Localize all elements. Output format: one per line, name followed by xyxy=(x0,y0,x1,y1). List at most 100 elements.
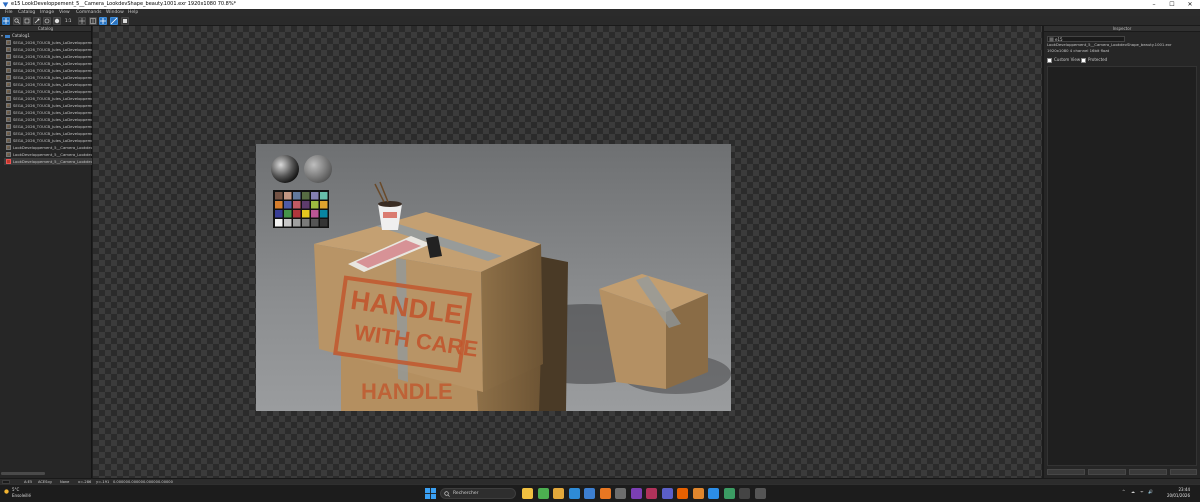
edge-icon[interactable] xyxy=(568,488,580,499)
menu-view[interactable]: View xyxy=(59,9,70,16)
wifi-icon[interactable]: ᯤ xyxy=(1140,489,1144,495)
color-picker-icon xyxy=(34,18,40,24)
catalog-horizontal-scrollbar[interactable] xyxy=(1,472,45,475)
catalog-item-label: SEGA_2026_TOUCB_Jules_LoDeveloppement xyxy=(13,103,92,108)
mrviewer-icon[interactable] xyxy=(646,488,657,499)
fit-button[interactable] xyxy=(53,17,61,25)
zoom-tool-button[interactable] xyxy=(13,17,21,25)
color-checker-swatch xyxy=(302,210,310,218)
catalog-item[interactable]: SEGA_2026_TOUCB_Jules_LoDeveloppement xyxy=(4,53,92,60)
checkbox-box[interactable] xyxy=(1047,57,1052,63)
catalog-item[interactable]: SEGA_2026_TOUCB_Jules_LoDeveloppement xyxy=(4,95,92,102)
folder-icon xyxy=(5,34,10,38)
app-purple-icon[interactable] xyxy=(630,488,642,499)
catalog-item[interactable]: LookDeveloppement_5__Camera_LookdevSh xyxy=(4,144,92,151)
inspector-footer-field[interactable] xyxy=(1088,469,1126,475)
firefox-icon[interactable] xyxy=(677,488,688,499)
folder-icon[interactable] xyxy=(553,488,564,499)
terminal-icon[interactable] xyxy=(739,488,750,499)
menu-window[interactable]: Window xyxy=(106,9,124,16)
catalog-item[interactable]: SEGA_2026_TOUCB_Jules_LoDeveloppement xyxy=(4,109,92,116)
vlc-icon[interactable] xyxy=(599,488,611,499)
image-thumbnail-icon xyxy=(6,75,11,80)
catalog-item[interactable]: SEGA_2026_TOUCB_Jules_LoDeveloppement xyxy=(4,46,92,53)
catalog-item-label: SEGA_2026_TOUCB_Jules_LoDeveloppement xyxy=(13,40,92,45)
color-checker-swatch xyxy=(275,201,283,209)
catalog-item[interactable]: SEGA_2026_TOUCB_Jules_LoDeveloppement xyxy=(4,88,92,95)
photoshop-icon[interactable] xyxy=(708,488,719,499)
minimize-button[interactable]: – xyxy=(1146,0,1162,9)
onedrive-icon[interactable]: ☁ xyxy=(1131,489,1135,494)
protected-checkbox[interactable]: Protected xyxy=(1081,57,1107,63)
inspector-footer-field[interactable] xyxy=(1047,469,1085,475)
pan-tool-button[interactable] xyxy=(23,17,31,25)
checkbox-box[interactable] xyxy=(1081,57,1086,63)
image-thumbnail-icon xyxy=(6,68,11,73)
catalog-item[interactable]: SEGA_2026_TOUCB_Jules_LoDeveloppement xyxy=(4,39,92,46)
zoom-icon xyxy=(14,18,20,24)
windows-start-icon[interactable] xyxy=(425,488,436,499)
inspector-footer-field[interactable] xyxy=(1170,469,1197,475)
image-thumbnail-icon xyxy=(6,82,11,87)
compare-button[interactable] xyxy=(43,17,51,25)
custom-view-label: Custom View xyxy=(1054,57,1081,62)
menu-help[interactable]: Help xyxy=(128,9,138,16)
catalog-item[interactable]: SEGA_2026_TOUCB_Jules_LoDeveloppement xyxy=(4,60,92,67)
menu-commands[interactable]: Commands xyxy=(76,9,101,16)
image-thumbnail-icon xyxy=(6,145,11,150)
taskbar-search[interactable]: Rechercher xyxy=(440,488,516,499)
volume-icon[interactable]: 🔊 xyxy=(1148,489,1153,494)
catalog-panel: Catalog ▾ Catalog1 SEGA_2026_TOUCB_Jules_… xyxy=(0,26,92,478)
tray-chevron-icon[interactable]: ^ xyxy=(1122,489,1125,494)
catalog-item[interactable]: SEGA_2026_TOUCB_Jules_LoDeveloppement xyxy=(4,130,92,137)
catalog-item-label: LookDeveloppement_5__Camera_LookdevSh xyxy=(13,152,92,157)
catalog-item-label: SEGA_2026_TOUCB_Jules_LoDeveloppement xyxy=(13,138,92,143)
pan-icon xyxy=(24,18,30,24)
app-active-icon[interactable] xyxy=(754,488,766,499)
store-icon[interactable] xyxy=(584,488,595,499)
catalog-item[interactable]: SEGA_2026_TOUCB_Jules_LoDeveloppement xyxy=(4,102,92,109)
select-icon xyxy=(3,18,9,24)
flip-button[interactable] xyxy=(78,17,86,25)
blender-icon[interactable] xyxy=(692,488,704,499)
catalog-item-label: LookDeveloppement_5__Camera_LookdevSh xyxy=(13,159,92,164)
grid-icon xyxy=(111,18,117,24)
menu-catalog[interactable]: Catalog xyxy=(18,9,35,16)
file-explorer-icon[interactable] xyxy=(522,488,533,499)
image-viewer[interactable]: HANDLE HANDLE WITH CARE xyxy=(93,26,1042,478)
teams-icon[interactable] xyxy=(661,488,673,499)
export-icon xyxy=(100,18,106,24)
catalog-item[interactable]: SEGA_2026_TOUCB_Jules_LoDeveloppement xyxy=(4,74,92,81)
fit-icon xyxy=(54,18,60,24)
custom-view-checkbox[interactable]: Custom View xyxy=(1047,57,1080,63)
app-green-icon[interactable] xyxy=(723,488,735,499)
chrome-icon[interactable] xyxy=(537,488,549,499)
split-button[interactable] xyxy=(89,17,97,25)
catalog-item-label: LookDeveloppement_5__Camera_LookdevSh xyxy=(13,145,92,150)
menu-file[interactable]: File xyxy=(5,9,13,16)
color-picker-button[interactable] xyxy=(33,17,41,25)
catalog-item[interactable]: SEGA_2026_TOUCB_Jules_LoDeveloppement xyxy=(4,67,92,74)
catalog-item[interactable]: LookDeveloppement_5__Camera_LookdevSh xyxy=(4,158,92,165)
taskbar-clock[interactable]: 23:44 20/01/2026 xyxy=(1160,487,1190,499)
ratio-one-to-one-button[interactable]: 1:1 xyxy=(65,17,71,25)
grid-button[interactable] xyxy=(110,17,118,25)
maximize-button[interactable]: ☐ xyxy=(1164,0,1180,9)
select-tool-button[interactable] xyxy=(2,17,10,25)
wipe-button[interactable] xyxy=(121,17,129,25)
catalog-item[interactable]: SEGA_2026_TOUCB_Jules_LoDeveloppement xyxy=(4,116,92,123)
catalog-item[interactable]: SEGA_2026_TOUCB_Jules_LoDeveloppement xyxy=(4,137,92,144)
mail-icon[interactable] xyxy=(615,488,626,499)
catalog-item[interactable]: LookDeveloppement_5__Camera_LookdevSh xyxy=(4,151,92,158)
catalog-item[interactable]: SEGA_2026_TOUCB_Jules_LoDeveloppement xyxy=(4,81,92,88)
weather-widget[interactable]: 5°C Ensoleillé xyxy=(3,487,31,499)
search-icon xyxy=(444,491,450,497)
color-checker-swatch xyxy=(275,192,283,200)
catalog-item[interactable]: SEGA_2026_TOUCB_Jules_LoDeveloppement xyxy=(4,123,92,130)
color-checker-swatch xyxy=(320,201,328,209)
menu-image[interactable]: Image xyxy=(40,9,54,16)
catalog-item-label: SEGA_2026_TOUCB_Jules_LoDeveloppement xyxy=(13,54,92,59)
inspector-footer-field[interactable] xyxy=(1129,469,1167,475)
export-button[interactable] xyxy=(99,17,107,25)
close-button[interactable]: ✕ xyxy=(1182,0,1198,9)
